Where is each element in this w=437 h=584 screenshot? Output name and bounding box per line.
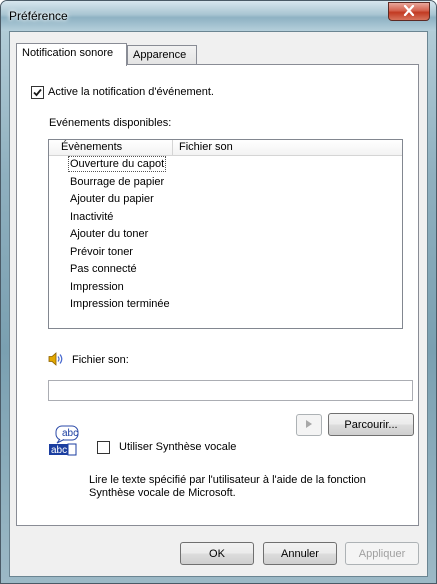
close-button[interactable] [388, 2, 430, 21]
sound-file-input[interactable] [48, 380, 413, 401]
events-listview[interactable]: Évènements Fichier son Ouverture du capo… [48, 139, 403, 329]
tts-icon-text-bottom: abc [51, 445, 68, 456]
apply-button[interactable]: Appliquer [345, 542, 419, 565]
browse-button[interactable]: Parcourir... [328, 413, 414, 436]
title-bar[interactable]: Préférence [1, 1, 436, 31]
column-header-fichier-son[interactable]: Fichier son [173, 140, 404, 155]
tab-apparence[interactable]: Apparence [127, 45, 197, 64]
tab-notification-sonore[interactable]: Notification sonore [16, 43, 127, 66]
close-icon [403, 4, 415, 19]
column-header-label: Fichier son [179, 141, 233, 153]
tts-icon-text-top: abc [62, 428, 79, 439]
event-row[interactable]: Ouverture du capot [68, 156, 167, 172]
tab-label: Apparence [133, 49, 187, 61]
sound-file-label: Fichier son: [72, 354, 129, 366]
play-icon [305, 419, 313, 432]
column-header-label: Évènements [61, 141, 123, 153]
event-row[interactable]: Ajouter du papier [70, 191, 154, 207]
window-title: Préférence [9, 9, 68, 23]
column-header-evenements[interactable]: Évènements [49, 140, 173, 155]
play-sound-button[interactable] [296, 414, 322, 436]
cancel-button[interactable]: Annuler [263, 542, 337, 565]
listview-header: Évènements Fichier son [49, 140, 402, 156]
enable-notification-checkbox[interactable] [31, 86, 44, 99]
event-row[interactable]: Prévoir toner [70, 244, 133, 260]
available-events-label: Evénements disponibles: [49, 117, 172, 129]
speaker-icon [48, 352, 64, 369]
event-row[interactable]: Bourrage de papier [70, 174, 164, 190]
use-tts-checkbox[interactable] [97, 441, 110, 454]
ok-button[interactable]: OK [180, 542, 254, 565]
event-row[interactable]: Impression terminée [70, 296, 170, 312]
event-row[interactable]: Ajouter du toner [70, 226, 148, 242]
tab-label: Notification sonore [22, 47, 114, 59]
event-row[interactable]: Impression [70, 279, 124, 295]
event-row[interactable]: Inactivité [70, 209, 113, 225]
use-tts-label: Utiliser Synthèse vocale [119, 441, 237, 453]
event-row[interactable]: Pas connecté [70, 261, 137, 277]
tts-description: Lire le texte spécifié par l'utilisateur… [89, 474, 366, 499]
dialog-client-area: Notification sonore Apparence Active la … [9, 31, 428, 577]
preference-window: Préférence Notification sonore Apparence [0, 0, 437, 584]
enable-notification-label: Active la notification d'événement. [48, 86, 214, 98]
